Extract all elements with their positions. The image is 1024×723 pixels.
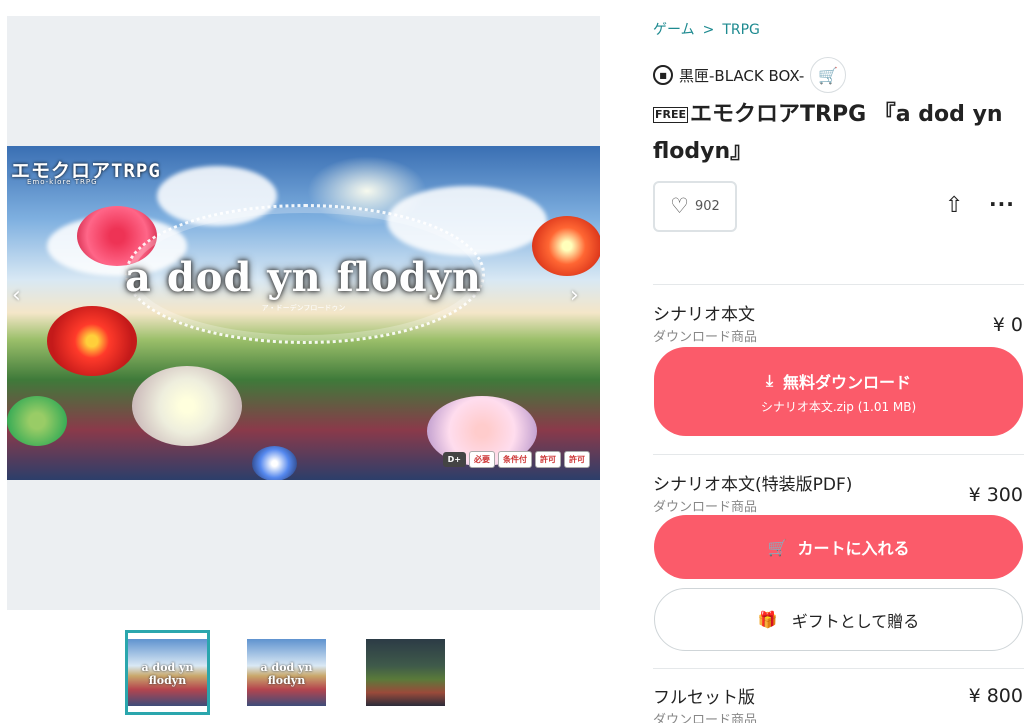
like-button[interactable]: ♡ 902 <box>653 181 737 232</box>
heart-icon: ♡ <box>670 194 689 218</box>
item-name: シナリオ本文 <box>653 305 755 325</box>
shop-cart-icon[interactable]: 🛒 <box>810 57 847 93</box>
item-price: ¥ 800 <box>968 685 1023 707</box>
product-page: エモクロアTRPG Emo-klore TRPG a dod yn flodyn… <box>0 0 1024 723</box>
item-special-pdf: シナリオ本文(特装版PDF) ダウンロード商品 ¥ 300 <box>653 470 1024 515</box>
shop-icon: ■ <box>653 65 673 85</box>
item-price: ¥ 0 <box>992 314 1023 336</box>
thumbnail-caption: a dod yn flodyn <box>260 661 313 687</box>
thumbnail-image <box>366 639 445 706</box>
breadcrumb-category[interactable]: ゲーム <box>653 22 695 38</box>
image-title: a dod yn flodyn <box>124 254 482 301</box>
like-count: 902 <box>695 199 720 214</box>
add-to-cart-label: カートに入れる <box>797 539 910 558</box>
divider <box>653 454 1024 455</box>
license-badge: 許可 <box>535 451 561 468</box>
cart-icon: 🛒 <box>767 537 788 557</box>
download-file-info: シナリオ本文.zip (1.01 MB) <box>760 399 917 414</box>
image-subtitle: ア・ドーデンフロードゥン <box>261 304 346 312</box>
item-type: ダウンロード商品 <box>653 713 758 723</box>
license-badges: D+ 必要 条件付 許可 許可 <box>442 451 590 468</box>
divider <box>653 668 1024 669</box>
thumbnail-2[interactable]: a dod yn flodyn <box>244 630 329 715</box>
gift-label: ギフトとして贈る <box>791 611 920 631</box>
product-title-text: エモクロアTRPG 『a dod yn flodyn』 <box>653 102 1003 164</box>
cloud-download-icon: ⤓ <box>765 370 774 390</box>
free-download-button[interactable]: ⤓ 無料ダウンロード シナリオ本文.zip (1.01 MB) <box>654 347 1023 436</box>
free-icon: FREE <box>653 107 689 123</box>
thumbnail-strip: a dod yn flodyn a dod yn flodyn <box>125 630 448 715</box>
leaf-shape <box>7 396 67 446</box>
share-icon[interactable]: ⇧ <box>945 193 963 218</box>
thumbnail-caption: a dod yn flodyn <box>141 661 194 687</box>
image-gallery: エモクロアTRPG Emo-klore TRPG a dod yn flodyn… <box>7 16 600 610</box>
thumbnail-1[interactable]: a dod yn flodyn <box>125 630 210 715</box>
free-download-label: 無料ダウンロード <box>783 372 912 392</box>
item-full-set: フルセット版 ダウンロード商品 ¥ 800 <box>653 683 1024 723</box>
item-scenario: シナリオ本文 ダウンロード商品 ¥ 0 <box>653 300 1024 345</box>
add-to-cart-button[interactable]: 🛒 カートに入れる <box>654 515 1023 579</box>
license-badge: 許可 <box>564 451 590 468</box>
shop-link[interactable]: ■ 黒匣-BLACK BOX- 🛒 <box>653 57 847 93</box>
white-flower <box>132 366 242 446</box>
main-product-image[interactable]: エモクロアTRPG Emo-klore TRPG a dod yn flodyn… <box>7 146 600 480</box>
more-options-icon[interactable]: ··· <box>989 192 1015 216</box>
breadcrumb: ゲーム > TRPG <box>653 19 760 39</box>
gift-icon: 🎁 <box>757 610 778 629</box>
license-badge: D+ <box>442 452 466 467</box>
blue-flower <box>252 446 297 480</box>
divider <box>653 284 1024 285</box>
chevron-left-icon[interactable]: ‹ <box>12 285 21 307</box>
logo-subtitle: Emo-klore TRPG <box>27 178 98 186</box>
product-title: FREE エモクロアTRPG 『a dod yn flodyn』 <box>653 96 1024 170</box>
breadcrumb-subcategory[interactable]: TRPG <box>722 22 760 38</box>
chevron-right-icon[interactable]: › <box>570 285 579 307</box>
breadcrumb-separator: > <box>702 22 715 38</box>
red-flower <box>47 306 137 376</box>
item-price: ¥ 300 <box>968 484 1023 506</box>
license-badge: 必要 <box>469 451 495 468</box>
license-badge: 条件付 <box>498 451 532 468</box>
item-type: ダウンロード商品 <box>653 330 758 345</box>
gift-button[interactable]: 🎁 ギフトとして贈る <box>654 588 1023 651</box>
thumbnail-3[interactable] <box>363 630 448 715</box>
shop-name[interactable]: 黒匣-BLACK BOX- <box>679 65 804 86</box>
